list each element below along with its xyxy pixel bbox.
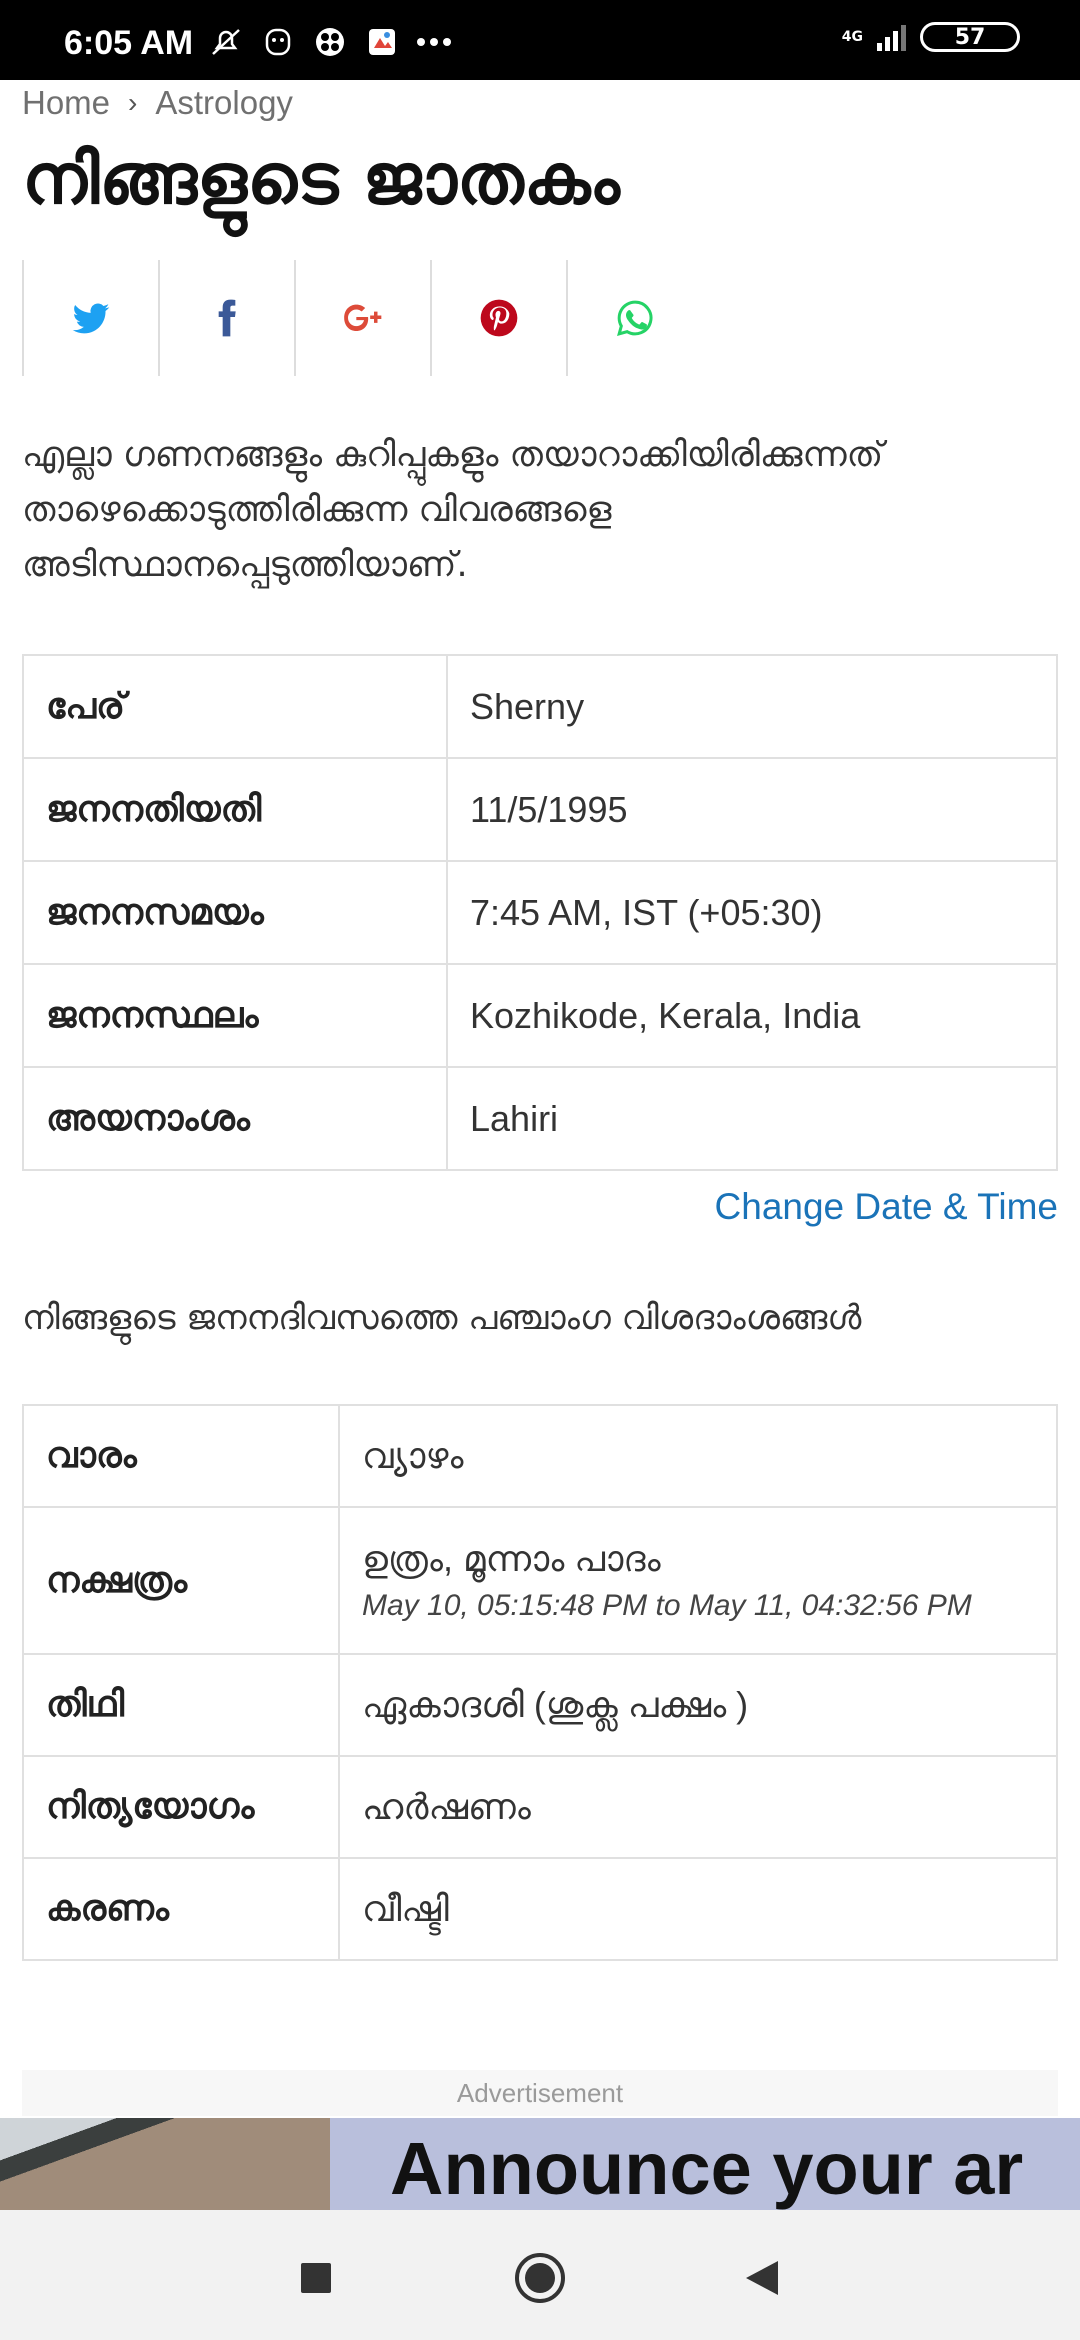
- facebook-icon: [218, 299, 236, 337]
- share-facebook-button[interactable]: [158, 260, 294, 376]
- navigation-bar: [0, 2210, 1080, 2340]
- breadcrumb: Home › Astrology: [22, 84, 293, 122]
- row-label: ജനനസമയം: [22, 860, 448, 965]
- home-button[interactable]: [510, 2248, 570, 2308]
- row-label: പേര്: [22, 654, 448, 759]
- ad-banner[interactable]: Announce your ar: [0, 2118, 1080, 2210]
- row-label: നിത്യയോഗം: [22, 1755, 340, 1859]
- status-icons: [208, 26, 452, 58]
- share-whatsapp-button[interactable]: [566, 260, 702, 376]
- panchang-heading: നിങ്ങളുടെ ജനനദിവസത്തെ പഞ്ചാംഗ വിശദാംശങ്ങ…: [22, 1298, 862, 1338]
- row-value: 11/5/1995: [446, 757, 1058, 862]
- table-row: ജനനസ്ഥലം Kozhikode, Kerala, India: [22, 963, 1058, 1068]
- table-row: തിഥി ഏകാദശി (ശുക്ല പക്ഷം ): [22, 1653, 1058, 1757]
- row-value: വീഷ്ടി: [338, 1857, 1058, 1961]
- status-right: 4G 57: [842, 22, 1020, 52]
- mute-icon: [208, 26, 244, 58]
- nakshatra-value: ഉത്രം, മൂന്നാം പാദം: [362, 1538, 661, 1579]
- nakshatra-timing: May 10, 05:15:48 PM to May 11, 04:32:56 …: [362, 1589, 972, 1622]
- notification-icon: [260, 26, 296, 58]
- share-bar: [22, 260, 702, 376]
- home-circle-icon: [515, 2253, 565, 2303]
- photos-icon: [364, 26, 400, 58]
- table-row: ജനനസമയം 7:45 AM, IST (+05:30): [22, 860, 1058, 965]
- recents-button[interactable]: [286, 2248, 346, 2308]
- row-value: ഉത്രം, മൂന്നാം പാദം May 10, 05:15:48 PM …: [338, 1506, 1058, 1655]
- row-value: ഏകാദശി (ശുക്ല പക്ഷം ): [338, 1653, 1058, 1757]
- status-bar: 6:05 AM 4G 57: [0, 0, 1080, 80]
- google-plus-icon: [344, 304, 382, 331]
- row-label: വാരം: [22, 1404, 340, 1508]
- table-row: പേര് Sherny: [22, 654, 1058, 759]
- ad-banner-text: Announce your ar: [390, 2127, 1024, 2210]
- back-triangle-icon: [746, 2261, 778, 2295]
- table-row: വാരം വ്യാഴം: [22, 1404, 1058, 1508]
- nakshatra-link[interactable]: നക്ഷത്രം: [22, 1506, 340, 1655]
- whatsapp-icon: [617, 300, 653, 336]
- recents-square-icon: [301, 2263, 331, 2293]
- breadcrumb-home[interactable]: Home: [22, 84, 110, 122]
- table-row: നക്ഷത്രം ഉത്രം, മൂന്നാം പാദം May 10, 05:…: [22, 1506, 1058, 1655]
- table-row: ജനനതിയതി 11/5/1995: [22, 757, 1058, 862]
- row-label: അയനാംശം: [22, 1066, 448, 1171]
- ad-image: [0, 2118, 330, 2210]
- intro-text: എല്ലാ ഗണനങ്ങളും കുറിപ്പുകളും തയാറാക്കിയി…: [22, 435, 884, 585]
- network-type: 4G: [841, 29, 863, 45]
- row-value: Kozhikode, Kerala, India: [446, 963, 1058, 1068]
- back-button[interactable]: [732, 2248, 792, 2308]
- birth-details-table: പേര് Sherny ജനനതിയതി 11/5/1995 ജനനസമയം 7…: [22, 654, 1058, 1171]
- row-value: ഹർഷണം: [338, 1755, 1058, 1859]
- change-date-time-link[interactable]: Change Date & Time: [715, 1186, 1058, 1228]
- chevron-right-icon: ›: [128, 87, 138, 118]
- page-title: നിങ്ങളുടെ ജാതകം: [22, 138, 620, 220]
- row-label: തിഥി: [22, 1653, 340, 1757]
- row-value: Sherny: [446, 654, 1058, 759]
- status-time: 6:05 AM: [64, 24, 194, 62]
- row-value: 7:45 AM, IST (+05:30): [446, 860, 1058, 965]
- share-pinterest-button[interactable]: [430, 260, 566, 376]
- signal-icon: [877, 23, 906, 51]
- advertisement-label: Advertisement: [22, 2070, 1058, 2116]
- twitter-icon: [72, 303, 110, 334]
- row-label: കരണം: [22, 1857, 340, 1961]
- pinterest-icon: [480, 299, 518, 337]
- panchang-table: വാരം വ്യാഴം നക്ഷത്രം ഉത്രം, മൂന്നാം പാദം…: [22, 1404, 1058, 1961]
- table-row: അയനാംശം Lahiri: [22, 1066, 1058, 1171]
- battery-level: 57: [920, 22, 1020, 52]
- share-google-plus-button[interactable]: [294, 260, 430, 376]
- more-icon: [416, 26, 452, 58]
- row-value: Lahiri: [446, 1066, 1058, 1171]
- row-value: വ്യാഴം: [338, 1404, 1058, 1508]
- share-twitter-button[interactable]: [22, 260, 158, 376]
- breadcrumb-astrology[interactable]: Astrology: [155, 84, 293, 122]
- table-row: നിത്യയോഗം ഹർഷണം: [22, 1755, 1058, 1859]
- table-row: കരണം വീഷ്ടി: [22, 1857, 1058, 1961]
- row-label: ജനനതിയതി: [22, 757, 448, 862]
- row-label: ജനനസ്ഥലം: [22, 963, 448, 1068]
- app-icon: [312, 26, 348, 58]
